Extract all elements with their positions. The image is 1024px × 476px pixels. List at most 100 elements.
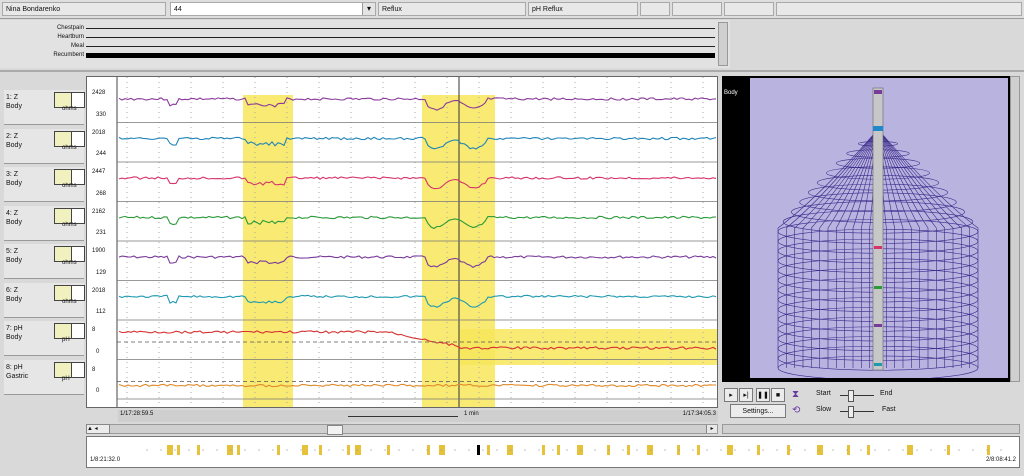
channel-toggle-icon[interactable]: [71, 361, 85, 378]
channel-label-5[interactable]: 5: Z Body ohms: [4, 244, 85, 279]
timeline-event-mark: [477, 445, 480, 455]
trace-plot[interactable]: [86, 76, 718, 408]
trace-channel-5: [118, 255, 717, 268]
timeline-event-mark: [302, 445, 308, 455]
channel-label-7[interactable]: 7: pH Body pH: [4, 321, 85, 356]
time-end: 1/17:34:05.3: [682, 411, 716, 417]
play-icon[interactable]: ▸: [724, 388, 738, 402]
channel-unit: ohms: [62, 183, 77, 189]
settings-button[interactable]: Settings...: [730, 404, 786, 418]
event-label: Meal: [70, 43, 84, 49]
header-cell-empty-3: [724, 2, 774, 16]
event-label: Chestpain: [56, 25, 84, 31]
timeline-event-mark: [542, 445, 545, 455]
timeline-event-mark: [817, 445, 823, 455]
study-select[interactable]: 44 ▾: [170, 2, 376, 16]
esophagus-3d-view[interactable]: Body: [722, 76, 1018, 382]
y-min-label: 129: [96, 269, 107, 276]
scroll-thumb[interactable]: [327, 425, 343, 435]
y-max-label: 1900: [92, 248, 106, 254]
channel-label-2[interactable]: 2: Z Body ohms: [4, 128, 85, 164]
playback-panel: ▸ ▸| ❚❚ ■ Settings... ⧗ Start End ⟲ Slow…: [722, 386, 1020, 422]
y-max-label: 2018: [92, 287, 106, 294]
y-min-label: 244: [96, 151, 107, 157]
channel-label-1[interactable]: 1: Z Body ohms: [4, 90, 85, 125]
header-bar: Nina Bondarenko 44 ▾ Reflux pH Reflux: [0, 0, 1024, 19]
scroll-right-icon[interactable]: ▸: [706, 425, 717, 433]
timeline-event-mark: [439, 445, 445, 455]
event-row-meal[interactable]: Meal: [0, 42, 715, 50]
chevron-down-icon[interactable]: ▾: [362, 3, 375, 15]
study-timeline[interactable]: 1/8:21:32.0 2/8:08:41.2: [86, 436, 1020, 468]
channel-name: 2: Z Body: [6, 132, 22, 149]
timeline-event-mark: [387, 445, 390, 455]
event-row-heartburn[interactable]: Heartburn: [0, 33, 715, 41]
y-min-label: 112: [96, 309, 106, 315]
stop-icon[interactable]: ■: [771, 388, 785, 402]
time-start: 1/17:28:59.5: [120, 411, 154, 417]
trace-channel-8: [118, 383, 717, 388]
range-slider-handle[interactable]: [848, 390, 854, 402]
divider: [0, 70, 1024, 72]
timeline-event-mark: [355, 445, 361, 455]
y-min-label: 0: [96, 348, 100, 355]
channel-label-4[interactable]: 4: Z Body ohms: [4, 205, 85, 241]
trace-channel-1: [118, 97, 717, 111]
channel-unit: ohms: [62, 260, 77, 266]
timeline-event-mark: [677, 445, 680, 455]
channel-unit: ohms: [62, 221, 77, 228]
reflux-column-header: Reflux: [378, 2, 526, 16]
patient-name: Nina Bondarenko: [2, 2, 166, 16]
event-panel: Chestpain Heartburn Meal Recumbent: [0, 20, 730, 68]
horizontal-scrollbar[interactable]: ◂ ▸: [86, 424, 718, 435]
timeline-start: 1/8:21:32.0: [90, 457, 121, 463]
view-title: Body: [724, 90, 738, 96]
event-scrollbar[interactable]: [718, 22, 728, 66]
start-label: Start: [816, 390, 831, 397]
trace-channel-6: [118, 294, 717, 308]
timeline-event-mark: [167, 445, 173, 455]
timeline-event-mark: [907, 445, 913, 455]
view-hscrollbar[interactable]: [722, 424, 1020, 434]
timeline-event-mark: [227, 445, 233, 455]
timeline-event-mark: [577, 445, 583, 455]
event-line: [86, 53, 715, 58]
channel-name: 5: Z Body: [6, 248, 22, 264]
y-max-label: 2018: [92, 129, 106, 136]
speed-slider[interactable]: [840, 411, 874, 412]
timeline-event-mark: [237, 445, 240, 455]
fast-label: Fast: [882, 406, 896, 413]
channel-label-3[interactable]: 3: Z Body ohms: [4, 167, 85, 202]
timeline-svg: [146, 445, 1002, 455]
channel-name: 8: pH Gastric: [6, 363, 29, 380]
catheter-ring: [874, 363, 882, 366]
trace-channel-2: [118, 136, 717, 150]
catheter-sensor: [873, 126, 883, 131]
channel-label-8[interactable]: 8: pH Gastric pH: [4, 359, 85, 395]
channel-toggle-icon[interactable]: [71, 323, 85, 339]
channel-unit: ohms: [62, 298, 77, 305]
event-row-recumbent[interactable]: Recumbent: [0, 51, 715, 59]
trace-channel-4: [118, 215, 717, 230]
y-max-label: 2162: [92, 208, 106, 215]
scale-bar: [348, 416, 458, 417]
study-select-value: 44: [174, 6, 182, 13]
trace-channel-3: [118, 176, 717, 190]
speed-slider-handle[interactable]: [848, 406, 854, 418]
event-row-chestpain[interactable]: Chestpain: [0, 24, 715, 32]
catheter-ring: [874, 246, 882, 249]
catheter-ring: [874, 286, 882, 289]
timeline-event-mark: [507, 445, 513, 455]
step-icon[interactable]: ▸|: [739, 388, 753, 402]
view-vscrollbar[interactable]: [1010, 76, 1020, 382]
channel-label-6[interactable]: 6: Z Body ohms: [4, 282, 85, 318]
zoom-buttons[interactable]: ▲ ◂: [86, 424, 110, 434]
event-label: Recumbent: [53, 52, 84, 58]
channel-unit: ohms: [62, 106, 77, 112]
range-slider[interactable]: [840, 395, 874, 396]
timeline-end: 2/8:08:41.2: [985, 457, 1016, 463]
timeline-event-mark: [867, 445, 870, 455]
timeline-event-mark: [347, 445, 350, 455]
pause-icon[interactable]: ❚❚: [756, 388, 770, 402]
y-max-label: 8: [92, 327, 96, 333]
